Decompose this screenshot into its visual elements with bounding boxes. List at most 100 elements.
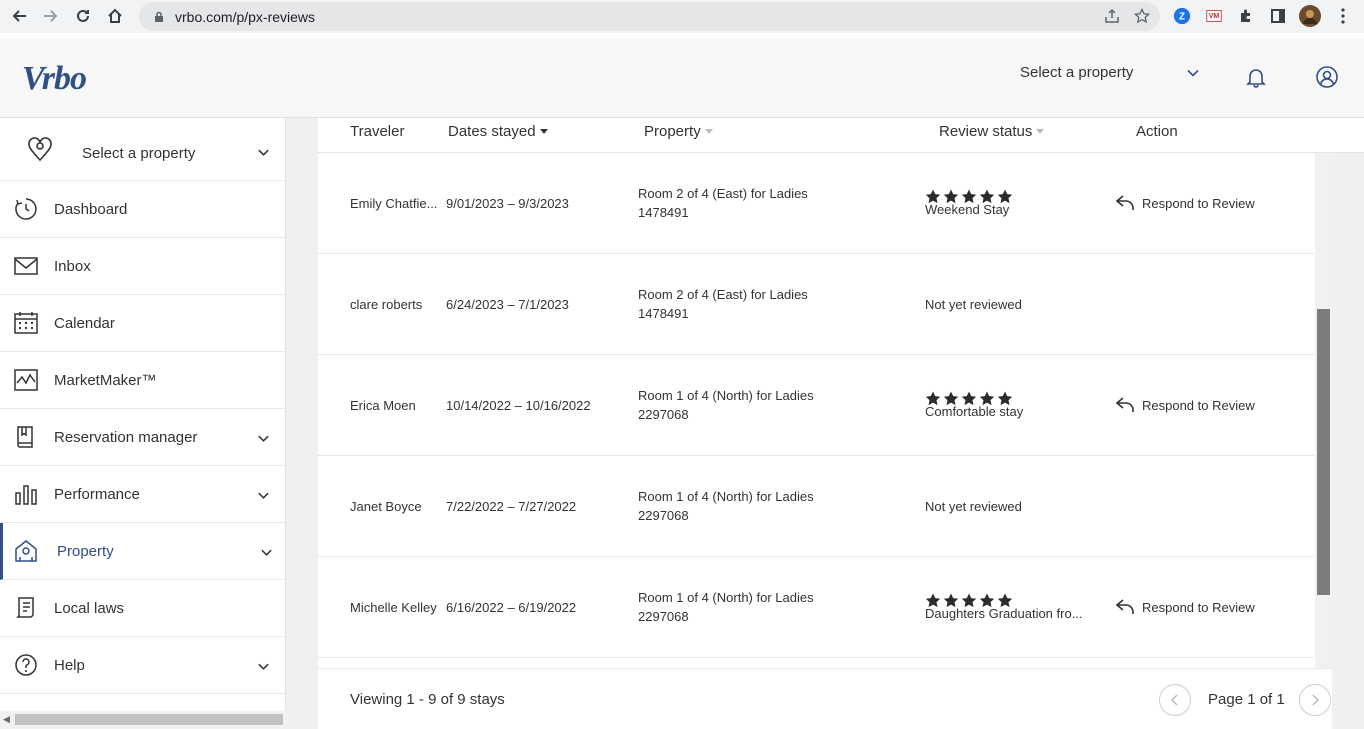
vm-extension-icon[interactable]: VM <box>1204 6 1224 26</box>
property-name: Room 1 of 4 (North) for Ladies <box>638 489 814 504</box>
help-icon <box>15 654 37 676</box>
address-bar[interactable]: vrbo.com/p/px-reviews <box>139 2 1160 31</box>
calendar-icon <box>14 312 38 334</box>
property-name: Room 1 of 4 (North) for Ladies <box>638 388 814 403</box>
inbox-icon <box>14 257 38 275</box>
sidebar-item-marketmaker[interactable]: MarketMaker™ <box>0 352 285 409</box>
dates-stayed: 10/14/2022 – 10/16/2022 <box>446 397 591 413</box>
property-id: 1478491 <box>638 306 689 321</box>
column-dates-stayed[interactable]: Dates stayed <box>448 123 548 140</box>
review-status-text: Not yet reviewed <box>925 296 1022 312</box>
respond-to-review-label: Respond to Review <box>1142 397 1255 413</box>
respond-to-review-button[interactable]: Respond to Review <box>1116 153 1255 253</box>
column-review-status[interactable]: Review status <box>939 123 1045 140</box>
chevron-down-icon[interactable] <box>1186 66 1200 80</box>
sidebar-item-label: Help <box>54 657 85 674</box>
property-id: 1478491 <box>638 205 689 220</box>
sidebar-item-performance[interactable]: Performance <box>0 466 285 523</box>
property-pin-icon <box>28 137 52 162</box>
respond-to-review-button[interactable]: Respond to Review <box>1116 355 1255 455</box>
next-page-button[interactable] <box>1299 684 1331 716</box>
performance-icon <box>15 485 37 505</box>
property-id: 2297068 <box>638 609 689 624</box>
vm-label: VM <box>1208 12 1220 20</box>
url-text: vrbo.com/p/px-reviews <box>175 8 316 25</box>
review-status-cell: Not yet reviewed <box>925 456 1022 556</box>
header-property-select[interactable]: Select a property <box>1020 64 1133 81</box>
table-vertical-scrollbar[interactable] <box>1315 153 1332 668</box>
vrbo-logo[interactable]: Vrbo <box>22 60 87 98</box>
viewing-count: Viewing 1 - 9 of 9 stays <box>350 691 505 708</box>
reply-icon <box>1116 397 1134 412</box>
forward-icon[interactable] <box>35 0 67 32</box>
table-row: clare roberts 6/24/2023 – 7/1/2023 Room 2 … <box>318 254 1314 355</box>
review-status-text: Not yet reviewed <box>925 498 1022 514</box>
review-status-cell: Not yet reviewed <box>925 254 1022 354</box>
property-cell: Room 2 of 4 (East) for Ladies 1478491 <box>638 153 808 253</box>
sidebar-item-dashboard[interactable]: Dashboard <box>0 181 285 238</box>
column-label: Action <box>1136 123 1178 140</box>
scrollbar-thumb[interactable] <box>15 714 283 725</box>
sidebar-horizontal-scrollbar[interactable]: ◀ <box>0 711 286 729</box>
user-icon[interactable] <box>1316 66 1338 88</box>
sidebar-item-label: Property <box>57 543 114 560</box>
profile-avatar[interactable] <box>1299 5 1321 27</box>
scroll-left-icon[interactable]: ◀ <box>3 714 10 725</box>
browser-toolbar: vrbo.com/p/px-reviews Z VM <box>0 0 1364 33</box>
property-cell: Room 1 of 4 (North) for Ladies 2297068 <box>638 456 814 556</box>
sidebar-item-property[interactable]: Property <box>0 523 285 580</box>
sidepanel-icon[interactable] <box>1268 6 1288 26</box>
sidebar-item-calendar[interactable]: Calendar <box>0 295 285 352</box>
bell-icon[interactable] <box>1245 66 1267 88</box>
star-filled-icon <box>925 391 941 406</box>
column-traveler: Traveler <box>350 123 404 140</box>
respond-to-review-label: Respond to Review <box>1142 599 1255 615</box>
star-filled-icon <box>925 593 941 608</box>
puzzle-icon[interactable] <box>1236 6 1256 26</box>
home-icon[interactable] <box>99 0 131 32</box>
star-filled-icon <box>979 593 995 608</box>
review-title: Weekend Stay <box>925 203 1010 217</box>
sidebar-item-local-laws[interactable]: Local laws <box>0 580 285 637</box>
svg-text:Z: Z <box>1179 12 1185 23</box>
star-filled-icon <box>943 189 959 204</box>
star-filled-icon <box>961 593 977 608</box>
property-id: 2297068 <box>638 407 689 422</box>
scrollbar-thumb[interactable] <box>1317 309 1330 595</box>
chevron-down-icon <box>258 663 269 670</box>
star-rating <box>925 593 1095 608</box>
page-indicator: Page 1 of 1 <box>1208 691 1285 708</box>
kebab-menu-icon[interactable] <box>1333 6 1353 26</box>
star-filled-icon <box>961 189 977 204</box>
respond-to-review-button[interactable]: Respond to Review <box>1116 557 1255 657</box>
sidebar: Select a property Dashboard Inbox Calend… <box>0 118 286 729</box>
column-property[interactable]: Property <box>644 123 713 140</box>
traveler-name: Janet Boyce <box>350 498 422 514</box>
star-filled-icon <box>943 391 959 406</box>
star-filled-icon <box>979 189 995 204</box>
table-header: Traveler Dates stayed Property Review st… <box>318 118 1364 153</box>
sidebar-item-label: MarketMaker™ <box>54 372 157 389</box>
previous-page-button[interactable] <box>1159 684 1191 716</box>
star-rating <box>925 391 1095 406</box>
local-laws-icon <box>15 597 34 618</box>
back-icon[interactable] <box>3 0 35 32</box>
reload-icon[interactable] <box>67 0 99 32</box>
column-label: Dates stayed <box>448 123 536 140</box>
share-icon[interactable] <box>1104 8 1120 24</box>
sidebar-item-help[interactable]: Help <box>0 637 285 694</box>
property-id: 2297068 <box>638 508 689 523</box>
chevron-down-icon <box>258 435 269 442</box>
sidebar-item-reservation-manager[interactable]: Reservation manager <box>0 409 285 466</box>
dates-stayed: 6/16/2022 – 6/19/2022 <box>446 599 577 615</box>
column-label: Review status <box>939 123 1033 140</box>
sort-desc-icon <box>539 129 548 134</box>
property-name: Room 1 of 4 (North) for Ladies <box>638 590 814 605</box>
star-icon[interactable] <box>1134 8 1150 24</box>
reply-icon <box>1116 599 1134 614</box>
sidebar-item-inbox[interactable]: Inbox <box>0 238 285 295</box>
review-status-cell: Daughters Graduation fro... <box>925 557 1095 657</box>
extension-icon[interactable]: Z <box>1172 6 1192 26</box>
sidebar-property-select[interactable]: Select a property <box>0 118 285 181</box>
star-filled-icon <box>997 391 1013 406</box>
